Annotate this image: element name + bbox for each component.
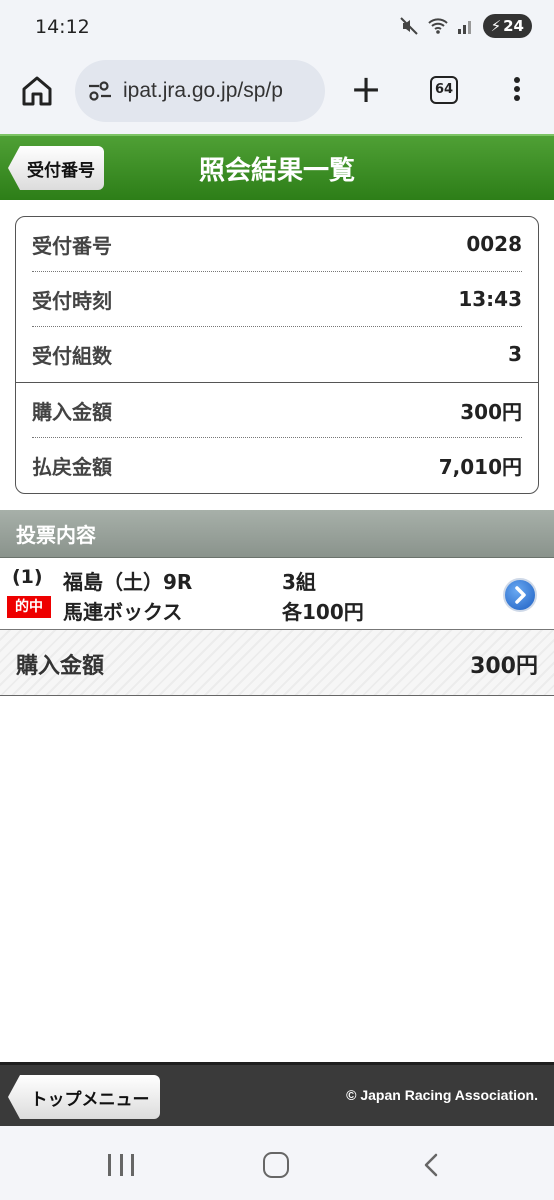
- vote-race: 福島（土）9R: [63, 570, 193, 594]
- system-nav-bar: [0, 1126, 554, 1200]
- status-bar: 14:12 ⚡ 24: [0, 0, 554, 56]
- vote-bet-type: 馬連ボックス: [63, 600, 183, 624]
- status-time: 14:12: [35, 16, 90, 38]
- info-row-payout-amount: 払戻金額 7,010円: [32, 438, 522, 492]
- wifi-icon: [427, 18, 448, 34]
- receipt-info-card: 受付番号 0028 受付時刻 13:43 受付組数 3 購入金額 300円 払戻…: [15, 216, 539, 494]
- vote-amount: 各100円: [282, 600, 364, 624]
- info-label: 受付時刻: [32, 288, 112, 313]
- mute-icon: [399, 17, 418, 35]
- home-icon[interactable]: [20, 74, 54, 108]
- vote-list-item[interactable]: (1) 福島（土）9R 3組 的中 馬連ボックス 各100円: [0, 558, 554, 630]
- vote-number: (1): [12, 566, 43, 588]
- info-value: 300円: [460, 399, 522, 424]
- info-label: 購入金額: [32, 399, 112, 424]
- signal-icon: [457, 21, 471, 34]
- tab-switcher-button[interactable]: 64: [430, 76, 458, 104]
- info-row-purchase-amount: 購入金額 300円: [32, 383, 522, 437]
- more-menu-icon[interactable]: [505, 74, 529, 110]
- back-nav-icon[interactable]: [420, 1152, 444, 1178]
- url-text: ipat.jra.go.jp/sp/p: [123, 79, 283, 102]
- info-row-receipt-number: 受付番号 0028: [32, 217, 522, 271]
- info-value: 13:43: [458, 287, 522, 311]
- status-icons: ⚡ 24: [399, 14, 532, 38]
- top-menu-button[interactable]: トップメニュー: [8, 1075, 160, 1119]
- info-value: 7,010円: [438, 454, 522, 479]
- info-label: 受付組数: [32, 343, 112, 368]
- battery-level: 24: [503, 17, 524, 35]
- info-label: 受付番号: [32, 233, 112, 258]
- footer: トップメニュー © Japan Racing Association.: [0, 1062, 554, 1126]
- home-nav-icon[interactable]: [263, 1152, 289, 1178]
- url-bar[interactable]: ipat.jra.go.jp/sp/p: [75, 60, 325, 122]
- recent-apps-icon[interactable]: [108, 1154, 134, 1176]
- purchase-total-row: 購入金額 300円: [0, 630, 554, 696]
- chevron-right-icon[interactable]: [503, 578, 537, 612]
- info-value: 0028: [466, 232, 522, 256]
- vote-set-count: 3組: [282, 570, 316, 594]
- copyright: © Japan Racing Association.: [346, 1087, 538, 1103]
- section-header-vote-content: 投票内容: [0, 510, 554, 558]
- info-label: 払戻金額: [32, 454, 112, 479]
- hit-badge: 的中: [7, 596, 51, 618]
- browser-toolbar: ipat.jra.go.jp/sp/p + 64: [0, 56, 554, 134]
- info-value: 3: [508, 342, 522, 366]
- page-title: 照会結果一覧: [198, 156, 355, 186]
- site-settings-icon[interactable]: [87, 80, 113, 102]
- new-tab-icon[interactable]: +: [348, 70, 384, 110]
- total-label: 購入金額: [16, 654, 105, 679]
- charging-icon: ⚡: [490, 17, 502, 35]
- info-row-receipt-time: 受付時刻 13:43: [32, 272, 522, 326]
- total-value: 300円: [470, 654, 538, 679]
- page-header: 受付番号 照会結果一覧: [0, 134, 554, 200]
- info-row-set-count: 受付組数 3: [32, 327, 522, 381]
- battery-indicator: ⚡ 24: [482, 14, 532, 38]
